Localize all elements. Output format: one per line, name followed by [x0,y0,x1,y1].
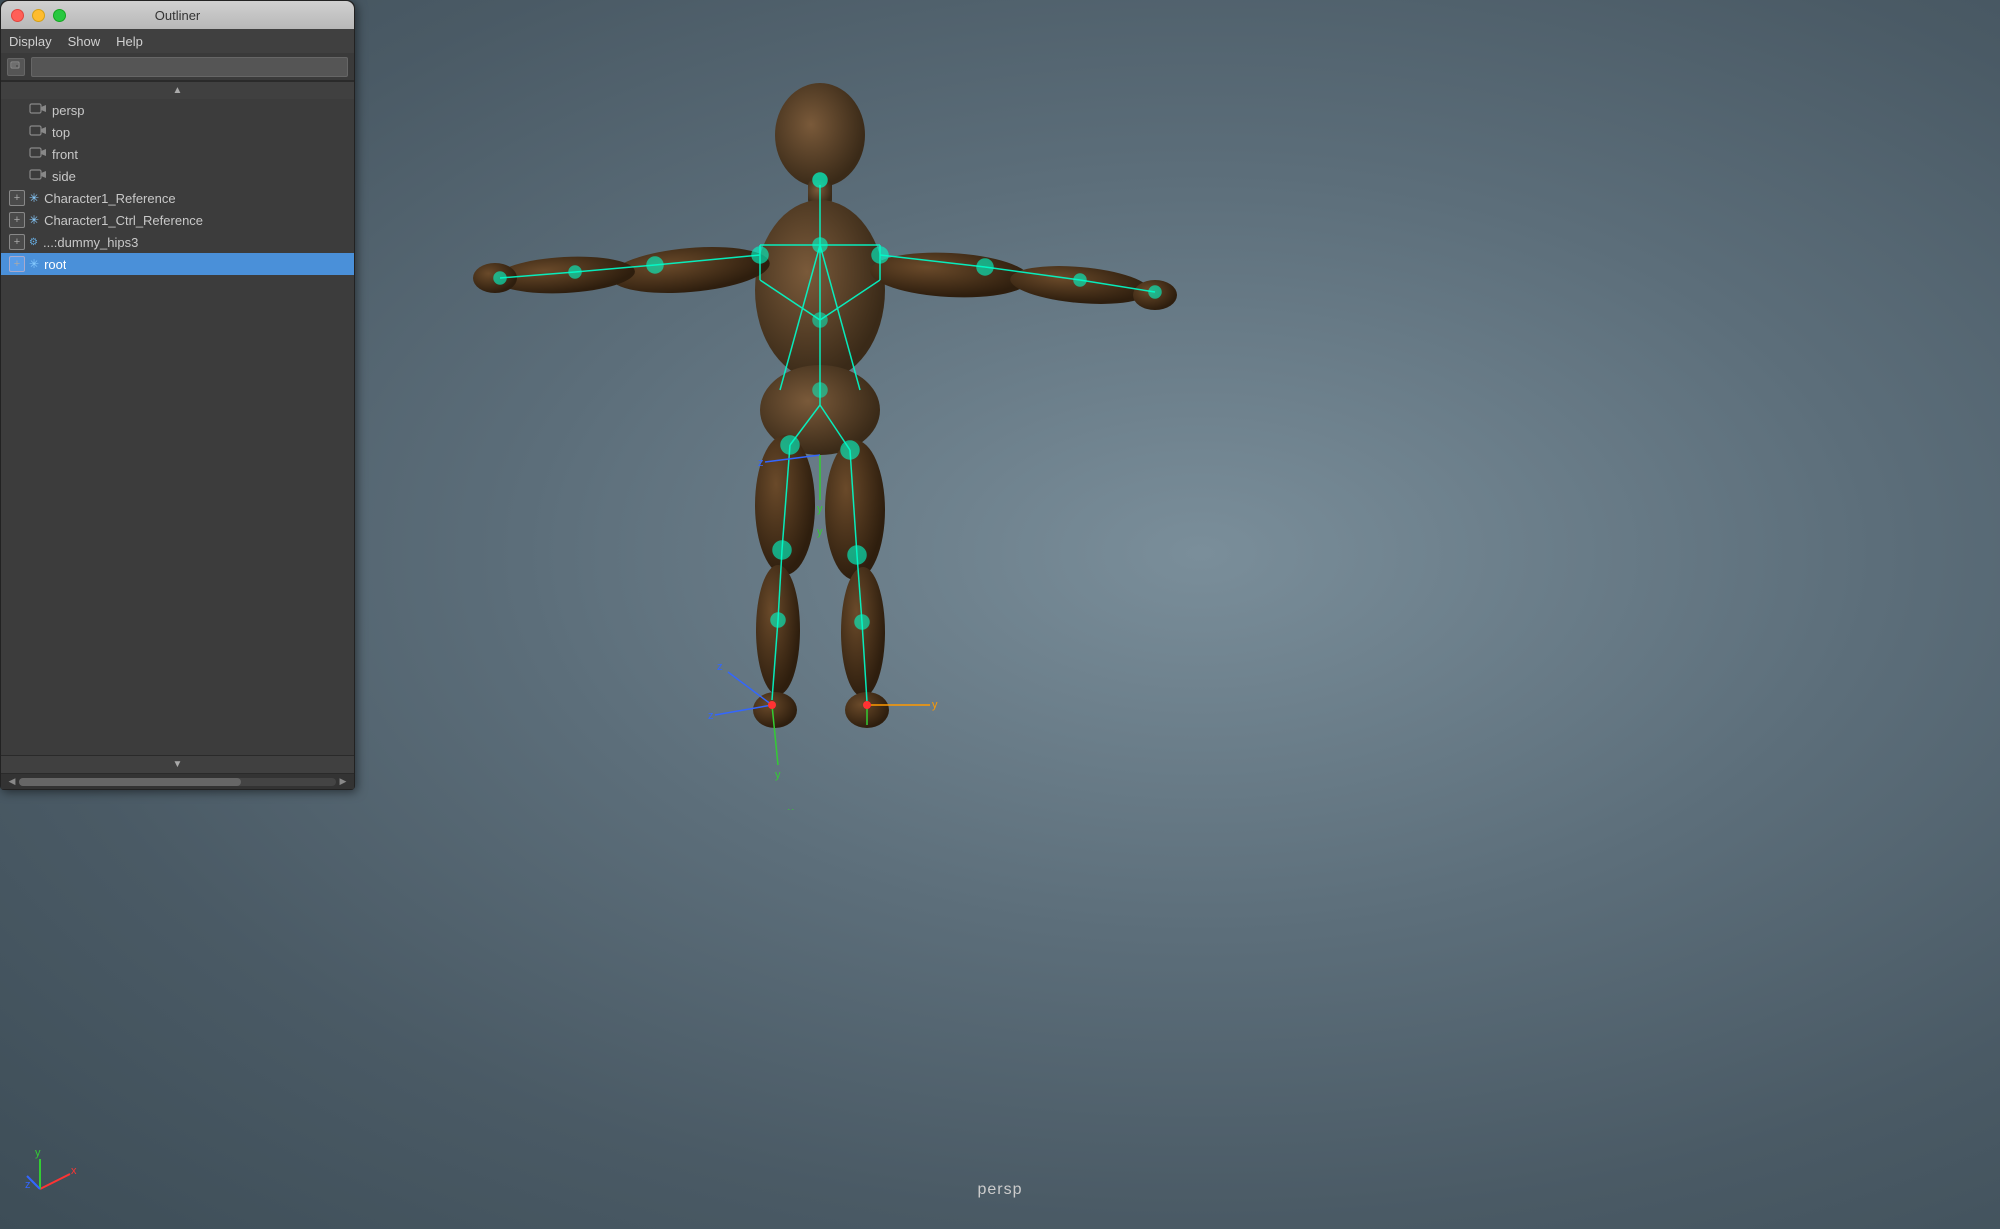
h-scroll-left-arrow[interactable]: ◀ [5,775,19,789]
h-scrollbar[interactable]: ◀ ▶ [1,773,354,789]
item-label-char1ref: Character1_Reference [44,191,176,206]
item-label-persp: persp [52,103,85,118]
h-scroll-thumb [19,778,241,786]
h-scroll-right-arrow[interactable]: ▶ [336,775,350,789]
tree-item-persp[interactable]: persp [1,99,354,121]
item-label-char1ctrl: Character1_Ctrl_Reference [44,213,203,228]
camera-icon [29,102,47,119]
camera-icon-top [29,124,47,141]
expand-empty [9,102,25,118]
outliner-panel: Outliner Display Show Help ▲ [0,0,355,790]
maximize-button[interactable] [53,9,66,22]
item-label-dummyhips: ...:dummy_hips3 [43,235,138,250]
scroll-up-arrow[interactable]: ▲ [1,81,354,99]
camera-icon-side [29,168,47,185]
window-title: Outliner [155,8,201,23]
axis-indicator: x y z [25,1144,85,1204]
menu-help[interactable]: Help [116,34,143,49]
tree-item-side[interactable]: side [1,165,354,187]
tree-item-top[interactable]: top [1,121,354,143]
tree-item-char1ctrl[interactable]: + ✳ Character1_Ctrl_Reference [1,209,354,231]
minimize-button[interactable] [32,9,45,22]
svg-text:z: z [717,661,723,673]
close-button[interactable] [11,9,24,22]
svg-text:y: y [775,769,781,781]
item-label-side: side [52,169,76,184]
character-viewport: z y z x y y z y y [420,60,1220,810]
expand-btn-char1ctrl[interactable]: + [9,212,25,228]
expand-empty-front [9,146,25,162]
expand-btn-root[interactable]: + [9,256,25,272]
search-icon [7,58,25,76]
svg-text:y: y [35,1147,41,1159]
svg-text:y: y [817,503,823,515]
tree-content[interactable]: persp top front [1,99,354,755]
expand-btn-dummyhips[interactable]: + [9,234,25,250]
svg-text:z: z [25,1179,31,1191]
svg-text:z: z [708,710,714,722]
root-icon: ✳ [29,257,39,271]
item-label-front: front [52,147,78,162]
svg-text:z: z [758,457,764,469]
svg-text:y: y [788,806,794,810]
item-label-top: top [52,125,70,140]
tree-item-front[interactable]: front [1,143,354,165]
item-label-root: root [44,257,66,272]
menu-bar: Display Show Help [1,29,354,53]
svg-text:y: y [932,699,938,711]
dots-icon: ⚙ [29,237,38,248]
expand-empty-top [9,124,25,140]
scroll-down-arrow[interactable]: ▼ [1,755,354,773]
tree-item-dummyhips[interactable]: + ⚙ ...:dummy_hips3 [1,231,354,253]
reference-icon: ✳ [29,191,39,205]
expand-btn-char1ref[interactable]: + [9,190,25,206]
camera-icon-front [29,146,47,163]
svg-text:x: x [71,1165,77,1177]
title-bar: Outliner [1,1,354,29]
menu-display[interactable]: Display [9,34,52,49]
menu-show[interactable]: Show [68,34,101,49]
tree-item-char1ref[interactable]: + ✳ Character1_Reference [1,187,354,209]
h-scroll-track [19,778,336,786]
reference-ctrl-icon: ✳ [29,213,39,227]
viewport-label: persp [977,1181,1022,1199]
expand-empty-side [9,168,25,184]
svg-text:y: y [817,526,823,538]
tree-item-root[interactable]: + ✳ root [1,253,354,275]
search-input[interactable] [31,57,348,77]
search-bar [1,53,354,81]
